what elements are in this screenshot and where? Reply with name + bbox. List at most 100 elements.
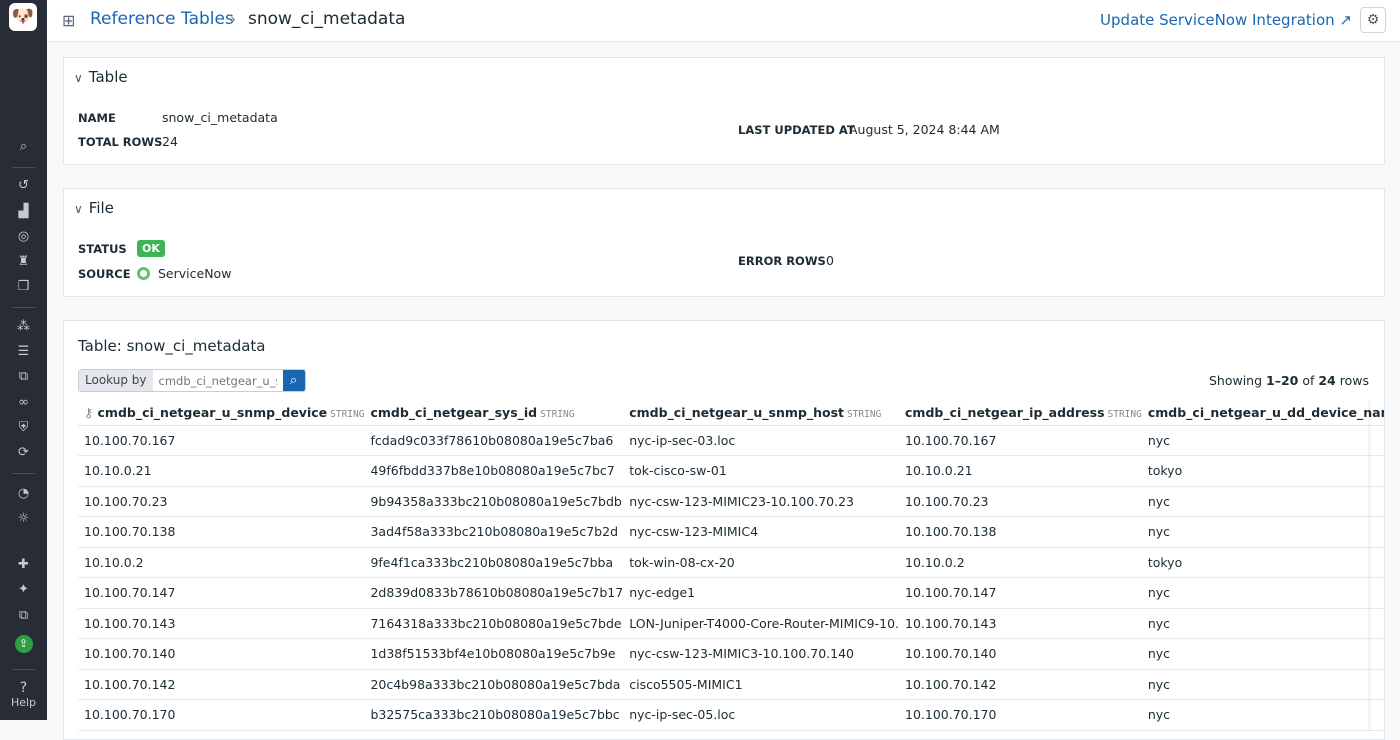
table-info-card: ∨Table NAME snow_ci_metadata TOTAL ROWS … [63,57,1385,165]
cubes-icon[interactable]: ❒ [0,278,47,296]
link-icon[interactable]: ∞ [0,394,47,412]
section-title: Table [89,68,128,86]
table-row[interactable]: 10.100.70.147 2d839d0833b78610b08080a19e5… [78,578,1385,609]
section-title: File [89,199,114,217]
lookup-label: Lookup by [79,370,153,391]
status-label: STATUS [78,242,127,256]
table-cell: nyc [1142,517,1385,548]
file-section-toggle[interactable]: ∨ File [74,199,114,217]
table-section-toggle[interactable]: ∨ Table [74,68,128,86]
column-name: cmdb_ci_netgear_ip_address [905,405,1105,420]
table-row[interactable]: 10.100.70.167fcdad9c033f78610b08080a19e5… [78,425,1385,456]
table-cell: 3ad4f58a333bc210b08080a19e5c7b2d [364,517,623,548]
showing-mid: of [1298,373,1318,388]
camera-icon[interactable]: ☼ [0,510,47,528]
upload-icon[interactable]: ⇪ [0,635,47,653]
table-row[interactable]: 10.100.70.1437164318a333bc210b08080a19e5… [78,608,1385,639]
table-row[interactable]: 10.10.0.29fe4f1ca333bc210b08080a19e5c7bb… [78,547,1385,578]
column-header[interactable]: cmdb_ci_netgear_sys_idSTRING [364,401,623,425]
total-rows-label: TOTAL ROWS [78,135,162,149]
source-value: ServiceNow [158,266,231,281]
puzzle-icon[interactable]: ✚ [0,556,47,574]
target-icon[interactable]: ◎ [0,228,47,246]
column-header[interactable]: cmdb_ci_netgear_ip_addressSTRING [899,401,1142,425]
services-icon[interactable]: ⁂ [0,318,47,336]
update-servicenow-link[interactable]: Update ServiceNow Integration ↗ [1100,11,1352,29]
gear-icon: ⚙ [1367,12,1380,28]
table-row[interactable]: 10.100.70.1401d38f51533bf4e10b08080a19e5… [78,639,1385,670]
key-icon: ⚷ [84,405,98,420]
help-button[interactable]: ?Help [0,680,47,709]
name-label: NAME [78,111,116,125]
table-cell: 10.10.0.21 [899,456,1142,487]
table-cell: 49f6fbdd337b8e10b08080a19e5c7bc7 [364,456,623,487]
last-updated-label: LAST UPDATED AT [738,123,855,137]
table-cell: 10.100.70.140 [78,639,364,670]
error-rows-label: ERROR ROWS [738,254,826,268]
history-icon[interactable]: ↺ [0,177,47,195]
windows-icon[interactable]: ⧉ [0,607,47,625]
settings-button[interactable]: ⚙ [1360,7,1386,33]
table-cell: 10.100.70.170 [78,700,364,731]
column-type: STRING [1108,409,1142,420]
lookup-input[interactable] [153,370,283,391]
table-cell: 2d839d0833b78610b08080a19e5c7b17 [364,578,623,609]
showing-suffix: rows [1336,373,1369,388]
showing-range: 1–20 [1266,373,1298,388]
breadcrumb-separator: › [230,10,236,28]
datadog-logo-icon[interactable]: 🐶 [9,3,37,31]
rows-count: Showing 1–20 of 24 rows [1209,373,1369,388]
resources-icon[interactable]: ⧉ [0,368,47,386]
table-cell: 10.100.70.147 [899,578,1142,609]
column-type: STRING [540,409,574,420]
table-cell: 10.100.70.138 [78,517,364,548]
servicenow-icon [137,267,150,280]
table-cell: nyc [1142,608,1385,639]
file-info-card: ∨ File STATUS OK SOURCE ServiceNow ERROR … [63,188,1385,297]
table-row[interactable]: 10.100.70.14220c4b98a333bc210b08080a19e5… [78,669,1385,700]
table-cell: tokyo [1142,547,1385,578]
status-badge: OK [137,240,165,257]
shield-icon[interactable]: ⛨ [0,419,47,437]
table-cell: nyc-csw-123-MIMIC4 [623,517,899,548]
chevron-down-icon: ∨ [74,71,83,85]
table-row[interactable]: 10.100.70.170b32575ca333bc210b08080a19e5… [78,700,1385,731]
page-header: ⊞ Reference Tables › snow_ci_metadata Up… [47,0,1400,42]
chevron-down-icon: ∨ [74,202,83,216]
table-cell: tokyo [1142,456,1385,487]
gauge-icon[interactable]: ◔ [0,485,47,503]
last-updated-value: August 5, 2024 8:44 AM [849,122,1000,137]
source-label: SOURCE [78,267,131,281]
column-name: cmdb_ci_netgear_u_snmp_host [629,405,844,420]
table-row[interactable]: 10.10.0.21 49f6fbdd337b8e10b08080a19e5c7b… [78,456,1385,487]
table-cell: tok-cisco-sw-01 [623,456,899,487]
dashboard-icon[interactable]: ▟ [0,203,47,221]
column-header[interactable]: ⚷ cmdb_ci_netgear_u_snmp_deviceSTRING [78,401,364,425]
filter-icon[interactable]: ☰ [0,343,47,361]
binoculars-icon[interactable]: ♜ [0,253,47,271]
table-row[interactable]: 10.100.70.1383ad4f58a333bc210b08080a19e5… [78,517,1385,548]
table-row[interactable]: 10.100.70.239b94358a333bc210b08080a19e5c… [78,486,1385,517]
search-icon[interactable]: ⌕ [0,138,47,156]
lookup-search-button[interactable]: ⌕ [283,370,305,391]
table-cell: b32575ca333bc210b08080a19e5c7bbc [364,700,623,731]
scroll-shadow [1368,401,1372,731]
help-label: Help [11,696,36,709]
sparkle-icon[interactable]: ✦ [0,581,47,599]
table-cell: 10.100.70.170 [899,700,1142,731]
table-cell: 10.100.70.23 [78,486,364,517]
data-table-card: Table: snow_ci_metadata Lookup by ⌕ Show… [63,320,1385,740]
table-cell: fcdad9c033f78610b08080a19e5c7ba6 [364,425,623,456]
table-cell: 10.100.70.142 [78,669,364,700]
sync-icon[interactable]: ⟳ [0,444,47,462]
column-header[interactable]: cmdb_ci_netgear_u_snmp_hostSTRING [623,401,899,425]
table-cell: nyc [1142,639,1385,670]
table-cell: 1d38f51533bf4e10b08080a19e5c7b9e [364,639,623,670]
breadcrumb-reference-tables[interactable]: Reference Tables [90,9,234,29]
column-header[interactable]: cmdb_ci_netgear_u_dd_device_namespaceSTR… [1142,401,1385,425]
reference-table: ⚷ cmdb_ci_netgear_u_snmp_deviceSTRINGcmd… [78,401,1385,731]
table-cell: nyc [1142,425,1385,456]
column-name: cmdb_ci_netgear_sys_id [370,405,537,420]
table-cell: 10.10.0.2 [78,547,364,578]
page-title: snow_ci_metadata [248,9,405,29]
